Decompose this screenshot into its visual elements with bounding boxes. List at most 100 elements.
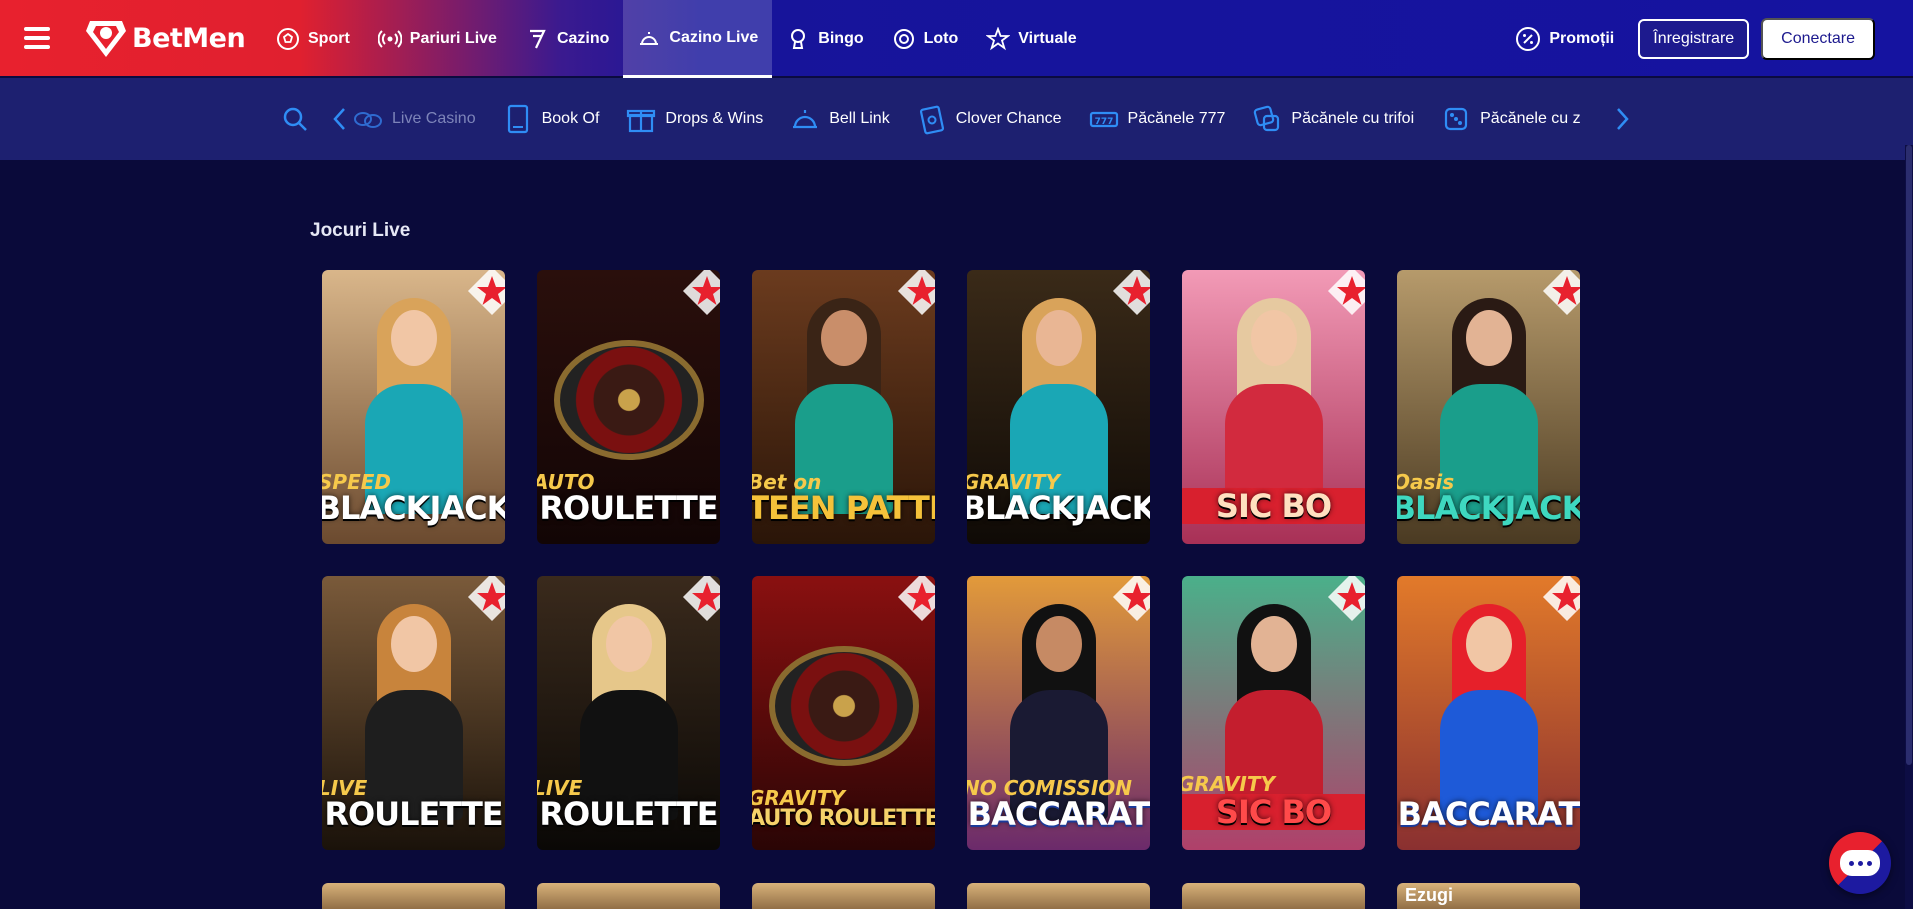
game-card[interactable]: SIC BO [1182,270,1365,544]
page-scrollbar[interactable] [1905,145,1913,909]
nav-item-cazino-live[interactable]: Cazino Live [623,0,773,78]
game-card[interactable]: BACCARAT [1397,576,1580,850]
soccer-ball-icon [277,28,299,50]
section-title: Jocuri Live [310,220,411,241]
category-label: Live Casino [392,110,476,127]
game-card[interactable]: Oasis BLACKJACK [1397,270,1580,544]
game-card[interactable] [967,883,1150,909]
svg-text:777: 777 [1094,117,1113,127]
star-icon [986,27,1011,51]
game-card[interactable]: Ezugi [1397,883,1580,909]
favorite-star-icon[interactable] [465,576,505,624]
chat-support-button[interactable] [1829,832,1891,894]
game-name: ROULETTE [539,795,718,833]
brand-logo[interactable]: BetMen [84,17,246,59]
dice-icon [1445,107,1468,131]
game-card[interactable]: NO COMISSION BACCARAT [967,576,1150,850]
game-name: BACCARAT [967,795,1150,833]
category-live-casino[interactable]: Live Casino [352,103,476,135]
favorite-star-icon[interactable] [1325,576,1365,624]
game-card[interactable]: LIVE ROULETTE [322,576,505,850]
login-button[interactable]: Conectare [1761,18,1875,60]
header-actions: Promoții Înregistrare Conectare [1515,0,1875,78]
favorite-star-icon[interactable] [1540,576,1580,624]
game-card[interactable] [322,883,505,909]
register-button[interactable]: Înregistrare [1638,19,1750,59]
nav-item-bingo[interactable]: Bingo [772,0,877,78]
game-provider-label: Ezugi [1405,885,1453,905]
game-card[interactable] [1182,883,1365,909]
hamburger-menu-icon[interactable] [24,27,50,49]
game-name: BACCARAT [1397,795,1580,833]
game-title: GRAVITY BLACKJACK [967,472,1150,524]
game-title: SPEED BLACKJACK [322,472,505,524]
favorite-star-icon[interactable] [680,270,720,318]
category-label: Clover Chance [955,110,1062,127]
game-name: AUTO ROULETTE [752,806,935,831]
favorite-star-icon[interactable] [1540,270,1580,318]
promotions-link[interactable]: Promoții [1515,26,1614,52]
category-book-of[interactable]: Book Of [502,103,599,135]
game-card[interactable] [537,883,720,909]
game-name: SIC BO [1182,488,1365,524]
game-title: LIVE ROULETTE [537,778,720,830]
nav-item-cazino[interactable]: Cazino [511,0,623,78]
percent-badge-icon [1516,27,1541,51]
category-pacanele-trifoi[interactable]: Păcănele cu trifoi [1251,103,1414,135]
top-header: BetMen Sport Pariuri Live Cazino Cazino … [0,0,1913,78]
category-label: Păcănele cu z [1480,110,1581,127]
game-card[interactable]: AUTO ROULETTE [537,270,720,544]
game-card[interactable]: GRAVITY BLACKJACK [967,270,1150,544]
game-title: Oasis BLACKJACK [1397,472,1580,524]
bell-icon [793,110,818,129]
nav-item-virtuale[interactable]: Virtuale [972,0,1090,78]
game-card[interactable]: SPEED BLACKJACK [322,270,505,544]
dice-clover-icon [1254,105,1280,132]
lottery-ball-icon [893,29,914,49]
favorite-star-icon[interactable] [680,576,720,624]
game-name: SIC BO [1182,794,1365,830]
favorite-star-icon[interactable] [895,576,935,624]
game-card[interactable]: LIVE ROULETTE [537,576,720,850]
scrollbar-thumb[interactable] [1906,145,1912,765]
nav-item-sport[interactable]: Sport [262,0,364,78]
favorite-star-icon[interactable] [1325,270,1365,318]
nav-item-loto[interactable]: Loto [878,0,973,78]
dealer-graphic [574,598,684,820]
favorite-star-icon[interactable] [1110,576,1150,624]
dealer-graphic [1219,292,1329,514]
category-pacanele-777[interactable]: 777 Păcănele 777 [1088,103,1226,135]
slot-777-icon: 777 [1089,111,1118,128]
search-icon[interactable] [282,106,308,132]
favorite-star-icon[interactable] [895,270,935,318]
lucky-seven-icon [529,29,546,49]
game-title: NO COMISSION BACCARAT [967,778,1150,830]
favorite-star-icon[interactable] [1110,270,1150,318]
category-clover-chance[interactable]: Clover Chance [916,103,1062,135]
diamond-logo-icon [86,21,126,57]
game-card[interactable]: Bet on TEEN PATTI [752,270,935,544]
game-name: TEEN PATTI [752,489,935,527]
main-nav: Sport Pariuri Live Cazino Cazino Live Bi… [262,0,1091,78]
category-bell-link[interactable]: Bell Link [789,103,890,135]
nav-item-pariuri-live[interactable]: Pariuri Live [364,0,511,78]
chevron-right-icon[interactable] [1612,106,1632,132]
game-subtitle: GRAVITY [1182,772,1275,796]
game-title: AUTO ROULETTE [537,472,720,524]
chevron-left-icon[interactable] [330,106,350,132]
game-card[interactable]: GRAVITY SIC BO [1182,576,1365,850]
chat-bubble-icon [1840,850,1880,876]
favorite-star-icon[interactable] [465,270,505,318]
roulette-wheel-graphic [553,340,704,460]
category-label: Drops & Wins [665,110,764,127]
game-name: BLACKJACK [322,489,505,527]
clover-card-icon [919,105,944,135]
category-label: Păcănele 777 [1127,110,1226,127]
category-drops-wins[interactable]: Drops & Wins [625,103,763,135]
game-title: GRAVITY SIC BO [1182,774,1365,830]
game-card[interactable]: GRAVITY AUTO ROULETTE [752,576,935,850]
game-card[interactable] [752,883,935,909]
category-pacanele-z[interactable]: Păcănele cu z [1440,103,1581,135]
game-name: ROULETTE [324,795,503,833]
nav-label: Pariuri Live [409,30,497,47]
